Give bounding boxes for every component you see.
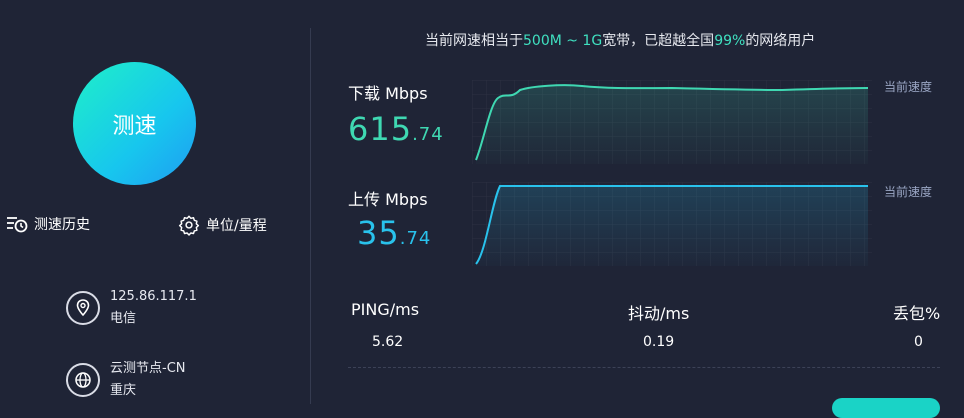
start-speed-test-button[interactable]: 测速: [73, 62, 196, 185]
unit-range-label: 单位/量程: [206, 218, 267, 234]
headline-mid: 宽带，已超越全国: [602, 33, 715, 49]
upload-speed-chart: [472, 182, 872, 266]
test-node: 云测节点-CN: [110, 361, 186, 376]
bottom-action-button[interactable]: [832, 398, 940, 418]
speed-comparison-headline: 当前网速相当于500M ~ 1G宽带，已超越全国99%的网络用户: [425, 30, 815, 50]
upload-current-speed-label: 当前速度: [884, 185, 933, 199]
isp-name: 电信: [110, 311, 137, 326]
download-label: 下载 Mbps: [348, 84, 428, 103]
left-panel: 测速 测速历史 单位/量程 125.86.117.1 电信 云测节点-CN 重庆: [0, 0, 310, 404]
ping-label: PING/ms: [351, 300, 420, 319]
speed-history-label: 测速历史: [34, 217, 90, 233]
history-icon: [7, 217, 28, 233]
upload-speed-int: 35: [357, 214, 400, 252]
download-speed-chart: [472, 80, 872, 164]
panel-divider: [310, 28, 311, 404]
packet-loss-label: 丢包%: [893, 304, 941, 323]
headline-prefix: 当前网速相当于: [425, 33, 523, 49]
download-current-speed-label: 当前速度: [884, 80, 933, 94]
start-speed-test-label: 测速: [112, 113, 157, 139]
packet-loss-value: 0: [914, 334, 923, 350]
ip-address: 125.86.117.1: [110, 289, 197, 304]
gear-icon: [178, 215, 200, 236]
download-speed: 615.74: [348, 110, 444, 148]
jitter-value: 0.19: [643, 334, 675, 350]
unit-range-link[interactable]: 单位/量程: [178, 214, 267, 236]
upload-label: 上传 Mbps: [348, 190, 428, 209]
jitter-label: 抖动/ms: [628, 304, 690, 323]
ip-info: 125.86.117.1 电信: [66, 286, 197, 330]
download-speed-int: 615: [348, 110, 413, 148]
node-info: 云测节点-CN 重庆: [66, 358, 186, 402]
stats-divider: [348, 367, 940, 368]
upload-speed: 35.74: [357, 214, 431, 252]
location-icon: [66, 291, 100, 325]
node-city: 重庆: [110, 383, 137, 398]
download-speed-dec: .74: [412, 124, 444, 145]
ping-value: 5.62: [372, 334, 404, 350]
globe-icon: [66, 363, 100, 397]
bandwidth-range: 500M ~ 1G: [523, 33, 603, 49]
upload-speed-dec: .74: [399, 228, 432, 249]
headline-suffix: 的网络用户: [745, 33, 816, 49]
percentile-value: 99%: [714, 33, 746, 49]
speed-history-link[interactable]: 测速历史: [6, 214, 90, 234]
